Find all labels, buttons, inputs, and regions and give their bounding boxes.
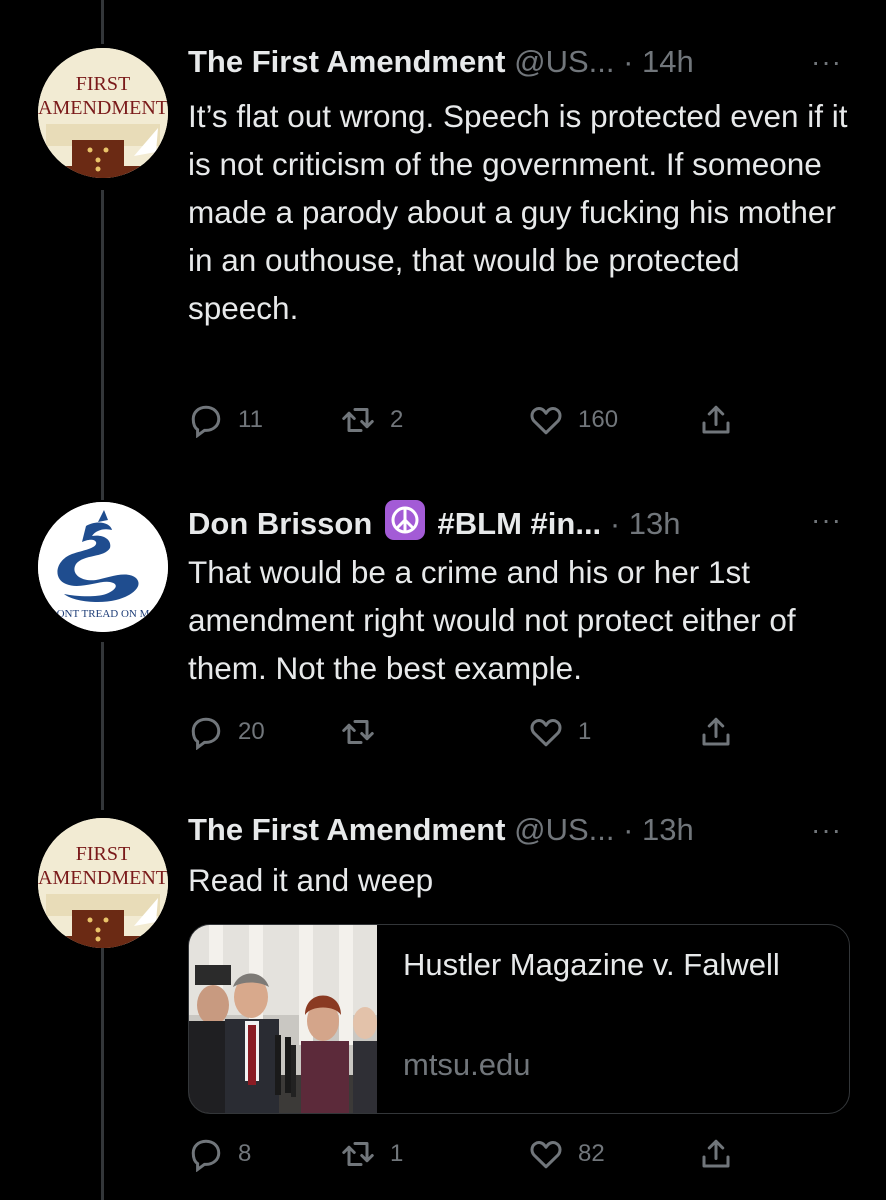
tweet[interactable]: ONT TREAD ON M Don Brisson #BLM #in... ·… (0, 460, 886, 810)
tweet-header: Don Brisson #BLM #in... · 13h (188, 500, 680, 542)
timestamp[interactable]: · 13h (610, 506, 681, 541)
display-name[interactable]: The First Amendment (188, 44, 506, 79)
display-name[interactable]: The First Amendment (188, 812, 506, 847)
svg-text:FIRST: FIRST (76, 843, 130, 865)
tweet[interactable]: FIRST AMENDMENT The First Amendment @US.… (0, 0, 886, 460)
like-count: 82 (578, 1140, 605, 1167)
reply-icon (191, 1139, 221, 1172)
retweet-icon (342, 720, 374, 744)
share-button[interactable] (698, 1134, 734, 1174)
svg-text:ONT TREAD ON M: ONT TREAD ON M (57, 608, 150, 620)
retweet-count: 2 (390, 406, 404, 433)
reply-button[interactable]: 11 (188, 400, 263, 440)
like-count: 1 (578, 718, 592, 745)
reply-count: 20 (238, 718, 265, 745)
reply-button[interactable]: 20 (188, 712, 265, 752)
tweet-header: The First Amendment @US... · 13h (188, 812, 694, 848)
reply-count: 11 (238, 406, 263, 433)
share-icon (702, 1139, 730, 1168)
more-options-icon[interactable]: ··· (811, 504, 842, 536)
tweet-text: It’s flat out wrong. Speech is protected… (188, 98, 848, 326)
retweet-button[interactable]: 1 (340, 1134, 403, 1174)
like-button[interactable]: 82 (528, 1134, 605, 1174)
gadsden-snake-logo: ONT TREAD ON M (38, 502, 168, 632)
reply-icon (191, 717, 221, 750)
tweet-text: That would be a crime and his or her 1st… (188, 554, 796, 686)
avatar[interactable]: FIRST AMENDMENT (38, 818, 168, 948)
retweet-icon (342, 1142, 374, 1166)
retweet-icon (342, 408, 374, 432)
avatar[interactable]: FIRST AMENDMENT (38, 48, 168, 178)
retweet-count: 1 (390, 1140, 404, 1167)
reply-icon (191, 405, 221, 438)
more-options-icon[interactable]: ··· (811, 814, 842, 846)
more-options-icon[interactable]: ··· (811, 46, 842, 78)
tweet-actions: 11 2 160 (188, 400, 748, 440)
svg-text:AMENDMENT: AMENDMENT (38, 97, 168, 119)
handle-time[interactable]: @US... · 13h (514, 812, 694, 847)
article-thumbnail (189, 925, 377, 1113)
share-button[interactable] (698, 712, 734, 752)
svg-text:AMENDMENT: AMENDMENT (38, 867, 168, 889)
tweet-actions: 20 1 (188, 712, 748, 752)
share-button[interactable] (698, 400, 734, 440)
handle-time[interactable]: @US... · 14h (514, 44, 694, 79)
share-icon (702, 717, 730, 746)
reply-button[interactable]: 8 (188, 1134, 251, 1174)
peace-symbol-icon (384, 500, 425, 540)
retweet-button[interactable]: 2 (340, 400, 403, 440)
like-button[interactable]: 160 (528, 400, 618, 440)
display-name[interactable]: Don Brisson (188, 506, 372, 541)
tweet-actions: 8 1 82 (188, 1134, 748, 1174)
like-button[interactable]: 1 (528, 712, 591, 752)
heart-icon (530, 719, 562, 747)
share-icon (702, 405, 730, 434)
like-count: 160 (578, 406, 619, 433)
retweet-button[interactable] (340, 712, 390, 752)
reply-count: 8 (238, 1140, 252, 1167)
heart-icon (530, 407, 562, 435)
card-title: Hustler Magazine v. Falwell (403, 947, 780, 982)
first-amendment-logo: FIRST AMENDMENT (38, 48, 168, 178)
tweet-header: The First Amendment @US... · 14h (188, 44, 694, 80)
first-amendment-logo: FIRST AMENDMENT (38, 818, 168, 948)
card-domain: mtsu.edu (403, 1047, 531, 1082)
tweet-text: Read it and weep (188, 862, 434, 898)
heart-icon (530, 1141, 562, 1169)
link-preview-card[interactable]: Hustler Magazine v. Falwell mtsu.edu (188, 924, 850, 1114)
svg-text:FIRST: FIRST (76, 73, 130, 95)
avatar[interactable]: ONT TREAD ON M (38, 502, 168, 632)
display-name-suffix[interactable]: #BLM #in... (438, 506, 602, 541)
